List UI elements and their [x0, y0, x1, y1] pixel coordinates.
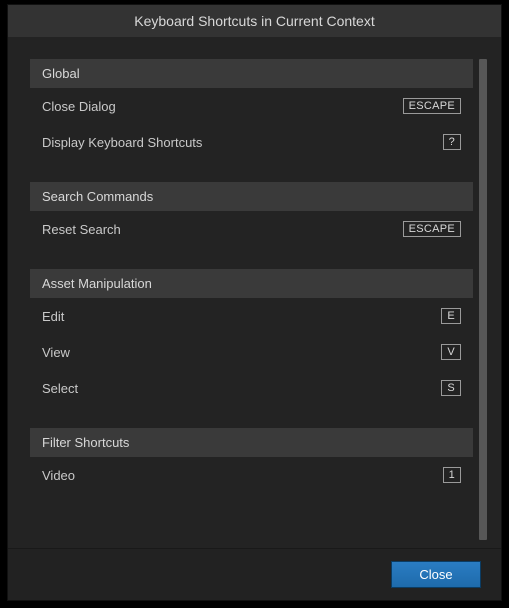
shortcut-row-edit: Edit E [30, 298, 473, 334]
shortcut-list: Global Close Dialog ESCAPE Display Keybo… [30, 59, 473, 540]
dialog-footer: Close [8, 548, 501, 600]
section-search-commands: Search Commands Reset Search ESCAPE [30, 182, 473, 247]
dialog-title: Keyboard Shortcuts in Current Context [134, 13, 374, 29]
keyboard-shortcuts-dialog: Keyboard Shortcuts in Current Context Gl… [7, 4, 502, 601]
dialog-titlebar: Keyboard Shortcuts in Current Context [8, 5, 501, 37]
shortcut-row-view: View V [30, 334, 473, 370]
shortcut-label: Edit [42, 309, 64, 324]
shortcut-row-video: Video 1 [30, 457, 473, 493]
shortcut-label: Select [42, 381, 78, 396]
dialog-content: Global Close Dialog ESCAPE Display Keybo… [8, 37, 501, 548]
scrollbar[interactable] [479, 59, 487, 540]
section-asset-manipulation: Asset Manipulation Edit E View V Select … [30, 269, 473, 406]
shortcut-label: Close Dialog [42, 99, 116, 114]
shortcut-row-select: Select S [30, 370, 473, 406]
shortcut-key: ? [443, 134, 461, 150]
section-header-global: Global [30, 59, 473, 88]
close-button-label: Close [419, 567, 452, 582]
shortcut-key: S [441, 380, 461, 396]
shortcut-key: 1 [443, 467, 461, 483]
shortcut-label: View [42, 345, 70, 360]
shortcut-row-display-shortcuts: Display Keyboard Shortcuts ? [30, 124, 473, 160]
section-header-search-commands: Search Commands [30, 182, 473, 211]
section-global: Global Close Dialog ESCAPE Display Keybo… [30, 59, 473, 160]
shortcut-row-close-dialog: Close Dialog ESCAPE [30, 88, 473, 124]
shortcut-label: Reset Search [42, 222, 121, 237]
section-filter-shortcuts: Filter Shortcuts Video 1 [30, 428, 473, 493]
shortcut-label: Video [42, 468, 75, 483]
shortcut-key: V [441, 344, 461, 360]
shortcut-key: E [441, 308, 461, 324]
shortcut-row-reset-search: Reset Search ESCAPE [30, 211, 473, 247]
section-header-filter-shortcuts: Filter Shortcuts [30, 428, 473, 457]
section-header-asset-manipulation: Asset Manipulation [30, 269, 473, 298]
shortcut-key: ESCAPE [403, 221, 461, 237]
shortcut-key: ESCAPE [403, 98, 461, 114]
shortcut-label: Display Keyboard Shortcuts [42, 135, 202, 150]
close-button[interactable]: Close [391, 561, 481, 588]
